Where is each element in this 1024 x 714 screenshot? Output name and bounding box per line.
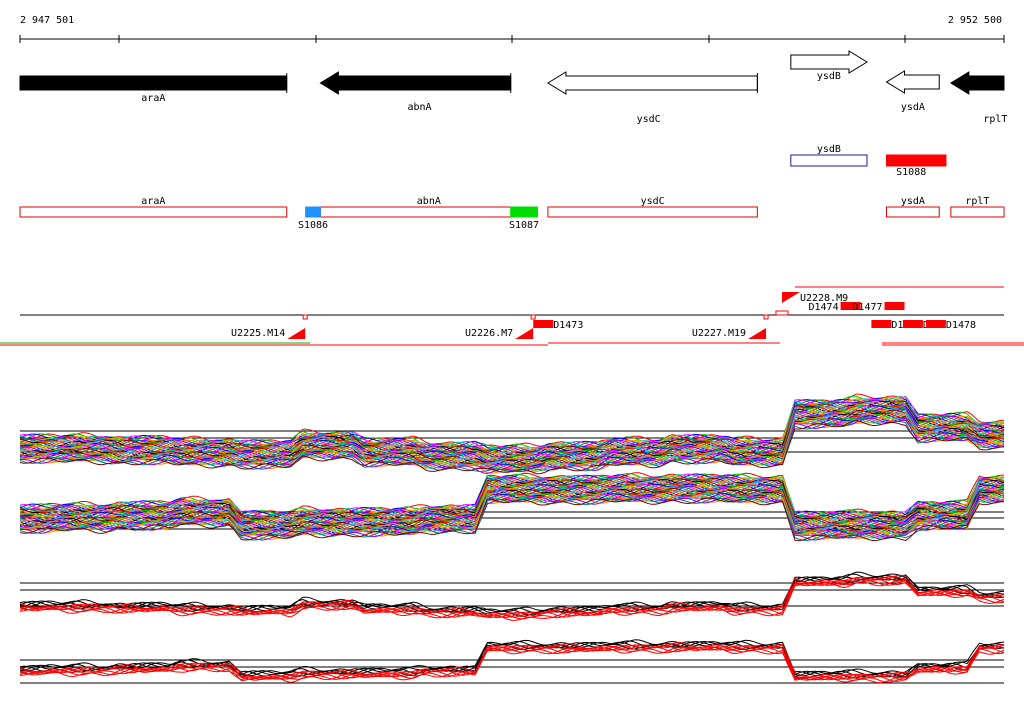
marker-label-S1087: S1087 [509, 220, 539, 231]
expression-series-line [19, 643, 1005, 681]
annotation-S1088 [885, 154, 947, 167]
ruler-start-label: 2 947 501 [20, 15, 74, 26]
utr-flag-U2226.M7 [515, 328, 534, 339]
gene-arrow-rplT [949, 71, 1005, 95]
d-label-D1478: D1478 [946, 320, 976, 331]
gene-track: araA abnA ysdC ysdB ysdA rplT [19, 50, 1007, 125]
gene-arrow-ysdA [885, 70, 940, 94]
expression-series-line [19, 579, 1005, 621]
annotation-label-abnA: abnA [417, 196, 441, 207]
annotation-label-rplT: rplT [965, 196, 989, 207]
utr-label-U2226.M7: U2226.M7 [465, 328, 513, 339]
genome-browser-view: 2 947 501 2 952 500 araA abnA ysdC ysdB ysdA… [0, 15, 1024, 684]
annotation-ysdC [547, 206, 758, 218]
annotation-araA [19, 206, 288, 218]
expression-series-line [19, 641, 1005, 680]
gene-label-ysdC: ysdC [637, 114, 661, 125]
ruler-end-label: 2 952 500 [948, 15, 1002, 26]
d-label-D1477: D1477 [852, 302, 882, 313]
annotation-label-S1088: S1088 [896, 167, 926, 178]
d-label-D1474: D1474 [809, 302, 839, 313]
annotation-label-ysdC: ysdC [641, 196, 665, 207]
d-box-D1473 [533, 320, 554, 328]
utr-flag-U2225.M14 [287, 328, 306, 339]
gene-label-abnA: abnA [408, 102, 432, 113]
coordinate-ruler: 2 947 501 2 952 500 [19, 15, 1005, 43]
gene-label-ysdB: ysdB [817, 71, 841, 82]
annotation-label-araA: araA [141, 196, 165, 207]
utr-box [530, 314, 536, 320]
annotation-row-2: araA abnA ysdC ysdA rplT S1086 S1087 [19, 196, 1005, 231]
d-label-D1473: D1473 [553, 320, 583, 331]
marker-S1087 [510, 206, 538, 218]
utr-box [763, 314, 769, 320]
d-box-D1477 [884, 302, 905, 310]
annotation-label-ysdB: ysdB [817, 144, 841, 155]
marker-label-S1086: S1086 [298, 220, 328, 231]
annotation-label-ysdA: ysdA [901, 196, 925, 207]
annotation-ysdA [885, 206, 940, 218]
d-box-D1 [902, 320, 923, 328]
gene-label-ysdA: ysdA [901, 102, 925, 113]
gene-arrow-ysdB [790, 50, 868, 74]
gene-arrow-ysdC [546, 71, 758, 95]
utr-flag-U2227.M19 [748, 328, 767, 339]
gene-arrow-abnA [319, 71, 512, 95]
expression-series-line [19, 578, 1005, 618]
d-box-D1478 [925, 320, 946, 328]
annotation-ysdB [790, 154, 868, 167]
utr-track: U2225.M14 U2226.M7 U2227.M19U2228.M9D1473D… [0, 286, 1024, 346]
marker-S1086 [305, 206, 321, 218]
expression-tracks [19, 393, 1005, 684]
gene-label-rplT: rplT [983, 114, 1007, 125]
utr-label-U2225.M14: U2225.M14 [231, 328, 285, 339]
annotation-rplT [950, 206, 1005, 218]
gene-arrow-araA [19, 75, 288, 91]
utr-box [302, 314, 308, 320]
annotation-row-1: ysdB S1088 [790, 144, 947, 178]
utr-box [775, 310, 789, 316]
d-box-D14 [871, 320, 892, 328]
utr-label-U2227.M19: U2227.M19 [692, 328, 746, 339]
annotation-abnA [319, 206, 538, 218]
gene-label-araA: araA [141, 93, 165, 104]
utr-flag-U2228.M9 [781, 292, 800, 303]
